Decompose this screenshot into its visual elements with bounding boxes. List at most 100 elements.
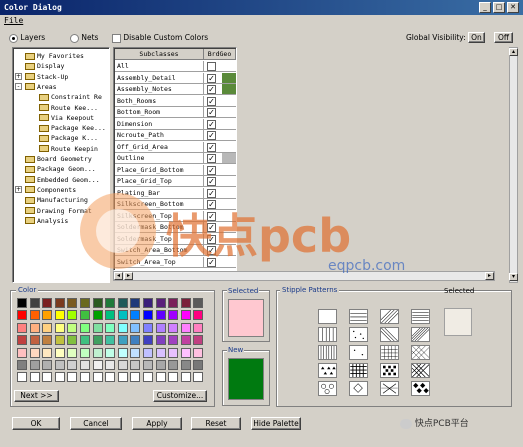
hide-palette-button[interactable]: Hide Palette [251,417,301,430]
visibility-off-button[interactable]: Off [494,32,513,43]
palette-swatch[interactable] [29,360,40,370]
palette-swatch[interactable] [92,347,103,358]
nets-radio-group[interactable]: Nets [70,32,98,44]
palette-swatch[interactable] [193,335,204,346]
palette-swatch[interactable] [80,335,90,346]
layers-radio-group[interactable]: Layers [9,32,45,44]
palette-swatch[interactable] [105,298,116,308]
stipple-pattern-blank[interactable] [318,309,337,324]
disable-custom-colors-option[interactable]: Disable Custom Colors [112,32,208,44]
subclass-visibility-checkbox[interactable]: ✓ [207,188,216,198]
stipple-pattern-dense-diag[interactable] [407,363,430,378]
palette-swatch[interactable] [105,335,116,346]
next-palette-button[interactable]: Next >> [14,390,59,402]
subclass-row[interactable]: Switch_Area_Top ✓ [115,256,236,268]
tree-item[interactable]: Board Geometry [25,154,92,164]
tree-item[interactable]: My Favorites [25,51,84,61]
palette-swatch[interactable] [54,372,65,383]
expand-icon[interactable]: + [15,73,22,81]
palette-swatch[interactable] [92,360,103,370]
collapse-icon[interactable]: - [15,83,22,91]
palette-swatch[interactable] [80,310,90,321]
stipple-pattern-vlines-dense[interactable] [318,345,337,360]
palette-swatch[interactable] [193,372,204,383]
subclass-grid[interactable]: Subclasses BrdGeo All Assembly_Detail ✓ Ass… [113,47,237,271]
palette-swatch[interactable] [180,360,191,370]
minimize-button[interactable]: _ [479,2,491,13]
stipple-pattern-hlines[interactable] [349,309,368,324]
stipple-pattern-diag-right-dense[interactable] [406,327,431,342]
subclass-color-cell[interactable] [222,256,236,267]
palette-swatch[interactable] [130,310,141,321]
tree-item[interactable]: Embedded Geom... [25,175,100,185]
tree-item[interactable]: Constraint Re [39,92,102,102]
disable-custom-colors-checkbox[interactable] [112,33,121,43]
palette-swatch[interactable] [17,347,27,358]
subclass-row[interactable]: Soldermask_Bottom ✓ [115,222,236,234]
class-tree[interactable]: My Favorites Display Stack-Up + Areas - Constr… [12,47,110,283]
palette-swatch[interactable] [67,335,78,346]
palette-swatch[interactable] [117,360,128,370]
apply-button[interactable]: Apply [132,417,182,430]
subclass-visibility-checkbox[interactable]: ✓ [207,200,216,209]
palette-swatch[interactable] [180,372,191,383]
subclass-row[interactable]: Ncroute_Path ✓ [115,130,236,142]
scroll-left-arrow-icon[interactable]: ◂ [114,272,123,280]
palette-swatch[interactable] [117,322,128,333]
subclass-visibility-checkbox[interactable]: ✓ [207,131,216,140]
stipple-pattern-circles[interactable] [318,381,337,396]
palette-swatch[interactable] [17,335,27,346]
palette-swatch[interactable] [117,372,128,383]
subclass-color-cell[interactable] [222,141,236,152]
palette-swatch[interactable] [180,322,191,333]
palette-swatch[interactable] [92,310,103,321]
tree-item[interactable]: Drawing Format [25,206,92,216]
palette-swatch[interactable] [105,347,116,358]
palette-swatch[interactable] [155,347,166,358]
palette-swatch[interactable] [17,360,27,370]
palette-swatch[interactable] [105,360,116,370]
palette-swatch[interactable] [92,298,103,308]
palette-swatch[interactable] [117,298,128,308]
palette-swatch[interactable] [168,335,179,346]
tree-item[interactable]: Analysis [25,216,68,226]
palette-swatch[interactable] [42,335,53,346]
palette-swatch[interactable] [130,298,141,308]
palette-swatch[interactable] [54,298,65,308]
subclass-visibility-checkbox[interactable]: ✓ [207,177,216,186]
subclass-color-cell[interactable] [222,61,236,72]
subclass-row[interactable]: Switch_Area_Bottom ✓ [115,245,236,257]
stipple-pattern-checker[interactable] [380,363,399,378]
layers-radio[interactable] [9,33,18,43]
palette-swatch[interactable] [17,310,27,321]
subclass-color-cell[interactable] [222,84,236,95]
scroll-right-arrow-icon[interactable]: ▸ [124,272,133,280]
reset-button[interactable]: Reset [191,417,241,430]
palette-swatch[interactable] [29,372,40,383]
palette-swatch[interactable] [155,310,166,321]
subclass-color-cell[interactable] [222,245,236,256]
tree-item[interactable]: Display [25,61,64,71]
ok-button[interactable]: OK [12,417,60,430]
tree-item[interactable]: Package Kee... [39,123,106,133]
palette-swatch[interactable] [143,335,153,346]
palette-swatch[interactable] [130,322,141,333]
subclass-row[interactable]: Silkscreen_Top ✓ [115,210,236,222]
palette-swatch[interactable] [155,335,166,346]
stipple-pattern-dots-sparse[interactable] [349,345,368,360]
stipple-pattern-crosshatch-bold[interactable] [349,363,368,378]
palette-swatch[interactable] [67,298,78,308]
palette-swatch[interactable] [193,310,204,321]
palette-swatch[interactable] [168,360,179,370]
stipple-pattern-diag-left[interactable] [377,327,399,342]
palette-swatch[interactable] [54,347,65,358]
palette-swatch[interactable] [54,322,65,333]
subclass-color-cell[interactable] [222,210,236,221]
palette-swatch[interactable] [168,347,179,358]
palette-swatch[interactable] [17,372,27,383]
subclass-visibility-checkbox[interactable] [207,62,216,71]
subclass-color-cell[interactable] [222,153,236,164]
close-button[interactable]: ✕ [507,2,519,13]
palette-swatch[interactable] [29,335,40,346]
stipple-pattern-vlines[interactable] [318,327,337,342]
